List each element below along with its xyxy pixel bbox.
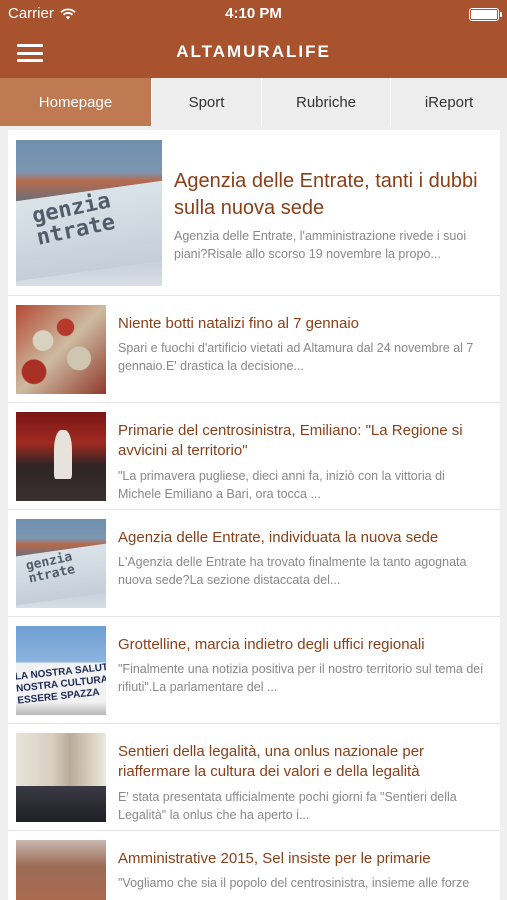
- list-item[interactable]: Primarie del centrosinistra, Emiliano: "…: [8, 403, 500, 510]
- list-item[interactable]: genzia ntrate Agenzia delle Entrate, ind…: [8, 510, 500, 617]
- article-thumbnail: genzia ntrate: [16, 140, 162, 286]
- article-headline: Sentieri della legalità, una onlus nazio…: [118, 743, 425, 781]
- article-headline: Amministrative 2015, Sel insiste per le …: [118, 850, 431, 867]
- article-thumbnail: [16, 840, 106, 900]
- article-excerpt: Spari e fuochi d'artificio vietati ad Al…: [118, 341, 474, 374]
- article-thumbnail: [16, 305, 106, 394]
- article-headline: Niente botti natalizi fino al 7 gennaio: [118, 315, 359, 332]
- article-thumbnail: [16, 412, 106, 501]
- article-thumbnail: LA NOSTRA SALUTE NOSTRA CULTURA ESSERE S…: [16, 626, 106, 715]
- article-headline: Agenzia delle Entrate, tanti i dubbi sul…: [174, 170, 478, 219]
- list-item[interactable]: Amministrative 2015, Sel insiste per le …: [8, 831, 500, 900]
- article-excerpt: L'Agenzia delle Entrate ha trovato final…: [118, 555, 467, 588]
- tab-sport[interactable]: Sport: [152, 78, 262, 126]
- battery-icon: [469, 8, 502, 21]
- tab-rubriche[interactable]: Rubriche: [262, 78, 391, 126]
- article-excerpt: Agenzia delle Entrate, l'amministrazione…: [174, 229, 467, 262]
- tab-homepage[interactable]: Homepage: [0, 78, 152, 126]
- article-headline: Primarie del centrosinistra, Emiliano: "…: [118, 422, 463, 460]
- article-headline: Agenzia delle Entrate, individuata la nu…: [118, 529, 439, 546]
- article-excerpt: "La primavera pugliese, dieci anni fa, i…: [118, 468, 445, 501]
- featured-article[interactable]: genzia ntrate Agenzia delle Entrate, tan…: [8, 130, 500, 296]
- list-item[interactable]: LA NOSTRA SALUTE NOSTRA CULTURA ESSERE S…: [8, 617, 500, 724]
- article-excerpt: "Finalmente una notizia positiva per il …: [118, 662, 484, 695]
- thumbnail-banner-text: LA NOSTRA SALUTE NOSTRA CULTURA ESSERE S…: [16, 661, 106, 707]
- article-excerpt: E' stata presentata ufficialmente pochi …: [118, 789, 457, 822]
- news-feed: genzia ntrate Agenzia delle Entrate, tan…: [8, 130, 500, 900]
- tab-ireport[interactable]: iReport: [391, 78, 507, 126]
- list-item[interactable]: Niente botti natalizi fino al 7 gennaio …: [8, 296, 500, 403]
- nav-bar: ALTAMURALIFE: [0, 30, 507, 78]
- article-headline: Grottelline, marcia indietro degli uffic…: [118, 636, 425, 653]
- article-thumbnail: genzia ntrate: [16, 519, 106, 608]
- clock: 4:10 PM: [225, 5, 282, 22]
- app-title: ALTAMURALIFE: [176, 42, 331, 61]
- list-item[interactable]: Sentieri della legalità, una onlus nazio…: [8, 724, 500, 831]
- status-bar: Carrier 4:10 PM: [0, 0, 507, 30]
- section-tabs: Homepage Sport Rubriche iReport: [0, 78, 507, 126]
- article-thumbnail: [16, 733, 106, 822]
- article-excerpt: "Vogliamo che sia il popolo del centrosi…: [118, 876, 470, 891]
